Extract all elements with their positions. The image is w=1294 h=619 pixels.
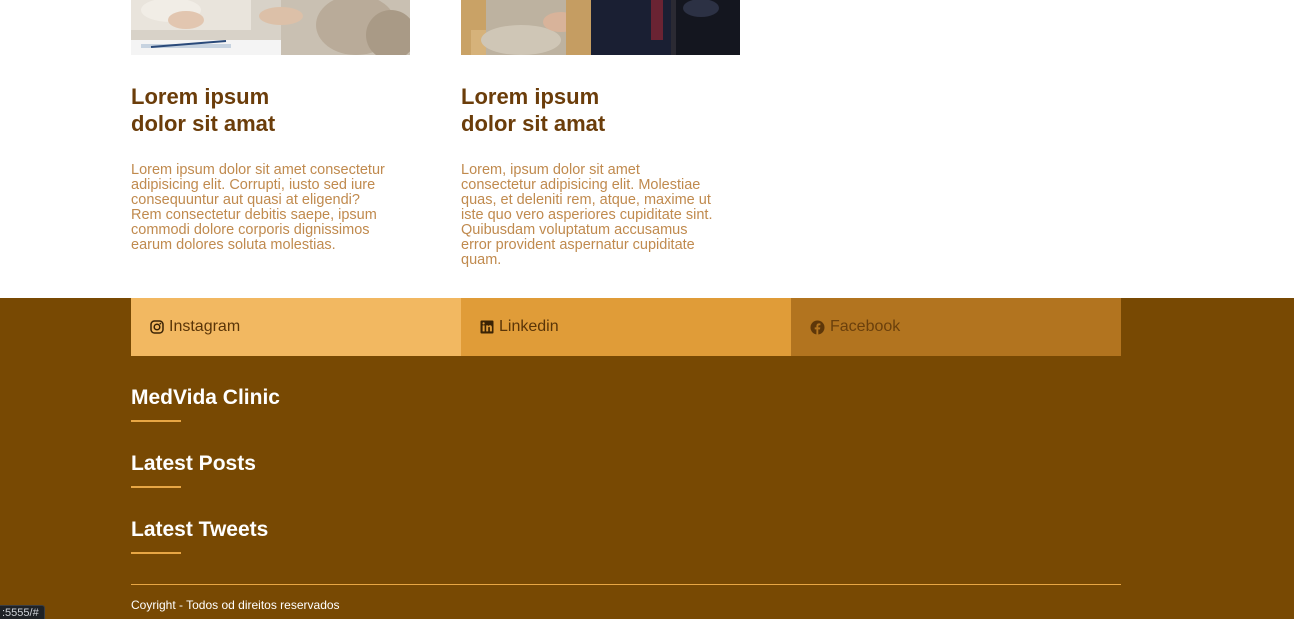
post-title-line-2: dolor sit amat [131,111,276,136]
instagram-icon [150,320,164,334]
footer-heading-latest-posts: Latest Posts [131,452,256,475]
site-footer: Instagram Linkedin Facebook MedVida Clin… [0,298,1294,619]
post-title-line-1: Lorem ipsum [131,84,270,109]
elderly-couple-photo [461,0,740,55]
heading-underline [131,420,181,422]
post-title: Lorem ipsum dolor sit amat [461,83,751,137]
facebook-link[interactable]: Facebook [791,298,1121,356]
facebook-label: Facebook [830,318,901,335]
instagram-link[interactable]: Instagram [131,298,461,356]
linkedin-icon [480,320,494,334]
linkedin-link[interactable]: Linkedin [461,298,791,356]
post-excerpt: Lorem ipsum dolor sit amet consectetur a… [131,162,385,253]
copyright-text: Coyright - Todos od direitos reservados [131,598,340,612]
linkedin-label: Linkedin [499,318,559,335]
browser-status-url: :5555/# [0,605,45,619]
instagram-label: Instagram [169,318,241,335]
footer-divider [131,584,1121,585]
doctor-consultation-photo [131,0,410,55]
post-excerpt: Lorem, ipsum dolor sit amet consectetur … [461,162,713,268]
footer-heading-clinic: MedVida Clinic [131,386,280,409]
post-image-elderly-couple[interactable] [461,0,740,55]
post-title: Lorem ipsum dolor sit amat [131,83,421,137]
post-image-doctor-consultation[interactable] [131,0,410,55]
social-links-bar: Instagram Linkedin Facebook [131,298,1121,356]
post-title-line-2: dolor sit amat [461,111,606,136]
facebook-icon [810,320,825,335]
post-title-line-1: Lorem ipsum [461,84,600,109]
page: Lorem ipsum dolor sit amat Lorem ipsum d… [0,0,1294,619]
footer-heading-latest-tweets: Latest Tweets [131,518,269,541]
heading-underline [131,486,181,488]
blog-section: Lorem ipsum dolor sit amat Lorem ipsum d… [0,0,1294,298]
heading-underline [131,552,181,554]
